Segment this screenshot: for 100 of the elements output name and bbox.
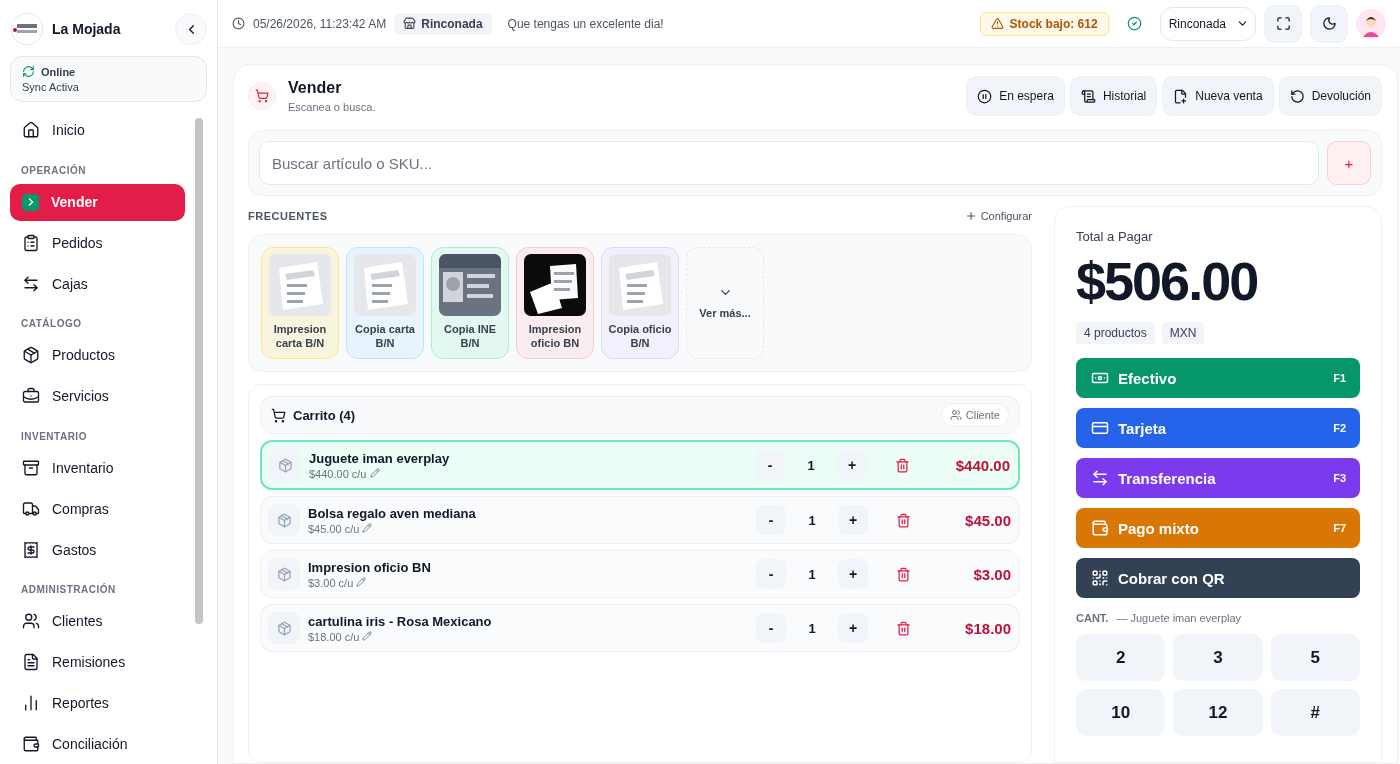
client-button[interactable]: Cliente [940,403,1009,427]
nav-item[interactable]: Productos [10,337,185,374]
product-tile[interactable]: Impresion oficio BN [516,247,594,359]
action-button[interactable]: Devolución [1278,76,1382,116]
delete-button[interactable] [896,620,911,636]
increase-button[interactable]: + [838,559,868,589]
nav-item[interactable]: Servicios [10,377,185,415]
cart-row[interactable]: Juguete iman everplay $440.00 c/u - 1 + $440.00 [260,440,1020,490]
nav-section-title: CATÁLOGO [20,316,83,332]
package-icon [276,566,292,582]
nav-item[interactable]: Conciliación [10,725,185,762]
more-tile[interactable]: Ver más... [686,247,764,359]
pencil-icon[interactable] [369,467,380,478]
clock-icon [232,17,245,30]
nav-section-title: INVENTARIO [20,429,88,444]
action-icon [1080,88,1096,104]
pencil-icon[interactable] [362,630,373,641]
avatar[interactable] [1356,8,1386,39]
payment-icon [1091,419,1109,437]
payment-button[interactable]: Tarjeta F2 [1076,408,1360,448]
nav-item[interactable]: Cajas [10,265,185,303]
configure-link[interactable]: Configurar [964,210,1032,222]
dark-mode-button[interactable] [1310,4,1348,43]
pencil-icon[interactable] [362,522,373,533]
action-icon [977,88,993,104]
nav-icon [22,121,40,140]
datetime: 05/26/2026, 11:23:42 AM [253,16,387,31]
decrease-button[interactable]: - [756,559,786,589]
decrease-button[interactable]: - [756,505,786,535]
stock-alert[interactable]: Stock bajo: 612 [979,11,1109,36]
payment-button[interactable]: Efectivo F1 [1076,358,1360,398]
sync-icon [22,65,35,78]
product-tile[interactable]: Copia carta B/N [346,247,424,359]
action-icon [1289,88,1305,104]
nav-item[interactable]: Inventario [10,449,185,487]
nav-item[interactable]: Inicio [10,112,185,149]
action-button[interactable]: Nueva venta [1162,76,1274,116]
payment-button[interactable]: Transferencia F3 [1076,458,1360,498]
add-button[interactable]: + [1327,141,1371,185]
fullscreen-icon [1275,16,1291,31]
delete-button[interactable] [895,457,910,473]
sync-detail: Sync Activa [22,81,80,93]
cart-title: Carrito (4) [293,407,356,423]
pencil-icon[interactable] [356,576,367,587]
nav-item[interactable]: Gastos [10,531,185,568]
action-button[interactable]: Historial [1069,76,1158,116]
product-tile[interactable]: Impresion carta B/N [261,247,339,359]
collapse-button[interactable] [175,13,207,45]
branch-select[interactable]: Rinconada [1159,6,1256,41]
search-field[interactable]: Buscar artículo o SKU... [259,141,1319,185]
action-icon [1173,88,1189,104]
package-icon [276,512,292,528]
nav-icon [22,346,40,365]
decrease-button[interactable]: - [755,450,785,480]
quantity: 1 [807,566,817,582]
nav-item[interactable]: Remisiones [10,643,185,681]
payment-icon [1091,569,1109,587]
nav-icon [22,734,40,753]
nav-item[interactable]: Clientes [10,602,185,640]
quantity: 1 [807,620,817,636]
page-title: Vender [288,79,343,97]
nav-icon [22,274,40,293]
keypad-key[interactable]: 3 [1173,634,1263,681]
package-icon [277,457,293,473]
unit-price: $440.00 c/u [309,467,747,480]
delete-button[interactable] [896,512,911,528]
item-name: Bolsa regalo aven mediana [308,505,477,521]
increase-button[interactable]: + [838,505,868,535]
logo-icon [10,12,44,46]
nav-item[interactable]: Reportes [10,684,185,722]
payment-icon [1091,519,1109,537]
keypad-key[interactable]: 2 [1076,634,1166,681]
fullscreen-button[interactable] [1264,4,1302,43]
nav-icon [22,653,40,672]
nav-item[interactable]: Compras [10,490,185,528]
nav-item[interactable]: Vender [10,183,185,221]
keypad-key[interactable]: 5 [1270,634,1360,681]
nav-icon [22,387,40,406]
scrollbar[interactable] [195,118,203,624]
cart-row[interactable]: Impresion oficio BN $3.00 c/u - 1 + $3.00 [260,550,1020,598]
increase-button[interactable]: + [838,613,868,643]
product-tile[interactable]: Copia oficio B/N [601,247,679,359]
keypad-key[interactable]: 12 [1173,689,1263,736]
chevron-right-icon [22,193,39,211]
increase-button[interactable]: + [837,450,867,480]
product-tile[interactable]: Copia INE B/N [431,247,509,359]
payment-button[interactable]: Cobrar con QR [1076,558,1360,598]
nav-item[interactable]: Pedidos [10,224,185,262]
delete-button[interactable] [896,566,911,582]
decrease-button[interactable]: - [756,613,786,643]
action-button[interactable]: En espera [966,76,1065,116]
cart-row[interactable]: Bolsa regalo aven mediana $45.00 c/u - 1 + $45.00 [260,496,1020,544]
trash-icon [896,620,911,636]
nav-icon [22,693,40,712]
cart-row[interactable]: cartulina iris - Rosa Mexicano $18.00 c/u - 1 + $18.00 [260,604,1020,652]
unit-price: $45.00 c/u [308,522,748,535]
keypad-key[interactable]: 10 [1076,689,1166,736]
unit-price: $3.00 c/u [308,576,748,589]
item-name: Impresion oficio BN [308,559,432,575]
keypad-key[interactable]: # [1270,689,1360,736]
